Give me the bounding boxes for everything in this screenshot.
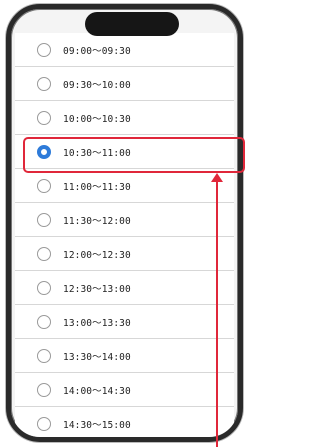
time-slot-option[interactable]: 11:30～12:00 bbox=[15, 203, 234, 237]
time-slot-option[interactable]: 10:00～10:30 bbox=[15, 101, 234, 135]
time-slot-option[interactable]: 09:00～09:30 bbox=[15, 33, 234, 67]
radio-unchecked-icon[interactable] bbox=[37, 314, 51, 329]
phone-notch bbox=[85, 12, 179, 36]
time-slot-option[interactable]: 12:30～13:00 bbox=[15, 271, 234, 305]
phone-frame: 09:00～09:30 09:30～10:00 10:00～10:30 10:3… bbox=[6, 4, 243, 442]
time-slot-label: 12:00～12:30 bbox=[63, 249, 131, 261]
radio-unchecked-icon[interactable] bbox=[37, 76, 51, 91]
time-slot-label: 13:00～13:30 bbox=[63, 317, 131, 329]
time-slot-option[interactable]: 13:30～14:00 bbox=[15, 339, 234, 373]
time-slot-option[interactable]: 09:30～10:00 bbox=[15, 67, 234, 101]
annotation-arrow-line bbox=[216, 178, 218, 447]
time-slot-label: 09:00～09:30 bbox=[63, 45, 131, 57]
radio-unchecked-icon[interactable] bbox=[37, 178, 51, 193]
radio-unchecked-icon[interactable] bbox=[37, 382, 51, 397]
time-slot-option[interactable]: 14:00～14:30 bbox=[15, 373, 234, 407]
time-slot-label: 13:30～14:00 bbox=[63, 351, 131, 363]
radio-unchecked-icon[interactable] bbox=[37, 246, 51, 261]
time-slot-label: 14:00～14:30 bbox=[63, 385, 131, 397]
radio-unchecked-icon[interactable] bbox=[37, 416, 51, 431]
radio-unchecked-icon[interactable] bbox=[37, 212, 51, 227]
time-slot-label: 12:30～13:00 bbox=[63, 283, 131, 295]
radio-unchecked-icon[interactable] bbox=[37, 42, 51, 57]
radio-unchecked-icon[interactable] bbox=[37, 110, 51, 125]
time-slot-option[interactable]: 14:30～15:00 bbox=[15, 407, 234, 437]
time-slot-label: 10:00～10:30 bbox=[63, 113, 131, 125]
selection-highlight-box bbox=[23, 137, 245, 173]
time-slot-label: 11:30～12:00 bbox=[63, 215, 131, 227]
time-slot-label: 09:30～10:00 bbox=[63, 79, 131, 91]
time-slot-label: 14:30～15:00 bbox=[63, 419, 131, 431]
arrow-up-icon bbox=[211, 173, 223, 182]
time-slot-list: 09:00～09:30 09:30～10:00 10:00～10:30 10:3… bbox=[15, 33, 234, 437]
time-slot-option[interactable]: 11:00～11:30 bbox=[15, 169, 234, 203]
time-slot-label: 11:00～11:30 bbox=[63, 181, 131, 193]
radio-unchecked-icon[interactable] bbox=[37, 348, 51, 363]
time-slot-option[interactable]: 13:00～13:30 bbox=[15, 305, 234, 339]
time-slot-option[interactable]: 12:00～12:30 bbox=[15, 237, 234, 271]
radio-unchecked-icon[interactable] bbox=[37, 280, 51, 295]
